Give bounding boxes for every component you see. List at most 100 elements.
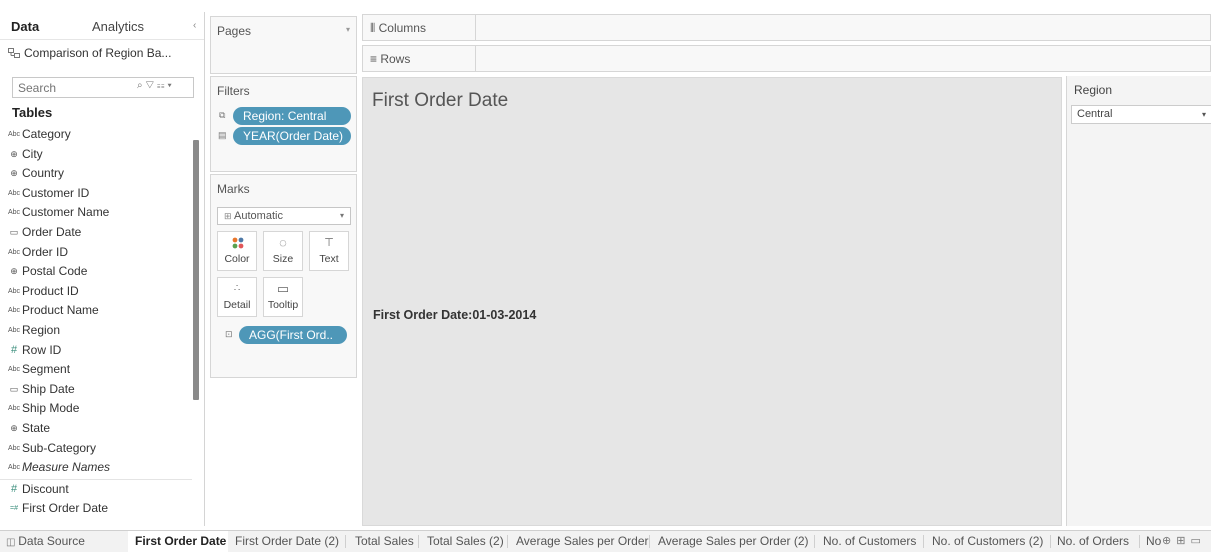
tooltip-icon: ▭ — [276, 281, 290, 296]
marks-card: Marks ⊞ Automatic ▾ Color ◌ Size ⊤ Text … — [210, 174, 357, 378]
pages-menu-icon[interactable]: ▾ — [346, 25, 350, 34]
field-item[interactable]: ⊕ Postal Code — [0, 262, 192, 282]
filter-panel: Region Central ▾ — [1066, 76, 1211, 526]
field-item[interactable]: Abc Category — [0, 125, 192, 145]
sheet-tab-bar: ◫ Data Source First Order Date First Ord… — [0, 530, 1211, 552]
mark-type-select[interactable]: ⊞ Automatic ▾ — [217, 207, 351, 225]
view-title[interactable]: First Order Date — [372, 90, 508, 112]
filter-icon[interactable]: ▽ — [146, 80, 157, 91]
sheet-tab-truncated[interactable]: No — [1140, 531, 1162, 552]
sheet-tab-average-sales[interactable]: Average Sales per Order — [508, 531, 650, 552]
search-input[interactable] — [13, 78, 129, 97]
field-item[interactable]: ⊕ Country — [0, 164, 192, 184]
view-options-icon[interactable]: ☷▾ — [157, 80, 175, 91]
globe-type-icon: ⊕ — [10, 168, 18, 179]
field-label: Customer Name — [22, 205, 110, 220]
filters-card[interactable]: Filters ⧉ Region: Central ▤ YEAR(Order D… — [210, 76, 357, 172]
filter-pill-region[interactable]: Region: Central — [233, 107, 351, 125]
pages-card[interactable]: Pages ▾ — [210, 16, 357, 74]
text-button[interactable]: ⊤ Text — [309, 231, 349, 271]
rows-shelf[interactable]: ≡ Rows — [362, 45, 1211, 72]
number-type-icon: # — [10, 482, 18, 495]
field-label: City — [22, 146, 43, 161]
size-button[interactable]: ◌ Size — [263, 231, 303, 271]
field-item[interactable]: ⊕ State — [0, 419, 192, 439]
tab-data[interactable]: Data — [11, 19, 39, 34]
field-label: State — [22, 420, 51, 435]
field-label: Measure Names — [22, 460, 111, 475]
field-item[interactable]: ⊕ City — [0, 145, 192, 165]
sheet-tab-no-of-customers[interactable]: No. of Customers — [815, 531, 924, 552]
sheet-tab-average-sales-2[interactable]: Average Sales per Order (2) — [650, 531, 815, 552]
tab-data-source[interactable]: ◫ Data Source — [0, 531, 128, 552]
text-icon: ⊤ — [324, 237, 334, 249]
field-label: Product Name — [22, 303, 99, 318]
field-item[interactable]: ▭ Ship Date — [0, 380, 192, 400]
columns-shelf[interactable]: ⦀ Columns — [362, 14, 1211, 41]
datasource-item[interactable]: Comparison of Region Ba... — [8, 46, 171, 60]
text-label: Text — [319, 253, 339, 265]
field-item[interactable]: Abc Customer Name — [0, 203, 192, 223]
field-item[interactable]: Abc Segment — [0, 360, 192, 380]
detail-icon: ∴ — [233, 283, 241, 294]
field-item[interactable]: Abc Measure Names — [0, 458, 192, 478]
field-item[interactable]: =# First Order Date — [0, 499, 192, 519]
calendar-type-icon: ▭ — [9, 383, 19, 394]
calculated-field-type-icon: =# — [10, 505, 18, 513]
filter-pill-year[interactable]: YEAR(Order Date) — [233, 127, 351, 145]
sheet-tab-no-of-customers-2[interactable]: No. of Customers (2) — [924, 531, 1051, 552]
view-text-mark[interactable]: First Order Date:01-03-2014 — [373, 308, 536, 322]
color-button[interactable]: Color — [217, 231, 257, 271]
field-label: Order ID — [22, 244, 69, 259]
columns-label: Columns — [378, 21, 426, 35]
string-type-icon: Abc — [8, 248, 21, 256]
sheet-tab-no-of-orders[interactable]: No. of Orders — [1051, 531, 1140, 552]
field-item[interactable]: # Discount — [0, 480, 192, 500]
datasource-name: Comparison of Region Ba... — [24, 46, 172, 60]
field-item[interactable]: # Row ID — [0, 341, 192, 361]
view-canvas[interactable]: First Order Date First Order Date:01-03-… — [362, 77, 1062, 526]
rows-icon: ≡ — [370, 52, 381, 66]
sheet-tab-first-order-date-2[interactable]: First Order Date (2) — [229, 531, 346, 552]
tab-analytics[interactable]: Analytics — [92, 19, 144, 34]
new-dashboard-icon[interactable]: ⊞ — [1176, 535, 1190, 547]
globe-type-icon: ⊕ — [10, 422, 18, 433]
field-item[interactable]: Abc Customer ID — [0, 184, 192, 204]
region-filter-title: Region — [1074, 83, 1113, 97]
sheet-tab-first-order-date[interactable]: First Order Date — [128, 531, 228, 552]
chevron-down-icon: ▾ — [1201, 110, 1206, 119]
chevron-down-icon: ▾ — [339, 211, 344, 220]
field-list-scrollbar[interactable] — [193, 140, 199, 400]
field-label: Segment — [22, 362, 71, 377]
marks-pill-first-order[interactable]: AGG(First Ord.. — [239, 326, 347, 344]
field-item[interactable]: Abc Product Name — [0, 301, 192, 321]
tables-heading: Tables — [12, 105, 53, 120]
field-item[interactable]: Abc Region — [0, 321, 192, 341]
new-story-icon[interactable]: ▭ — [1190, 535, 1205, 547]
sheet-tab-total-sales[interactable]: Total Sales — [347, 531, 419, 552]
new-worksheet-icon[interactable]: ⊕ — [1162, 535, 1176, 547]
detail-label: Detail — [223, 299, 251, 311]
color-label: Color — [224, 253, 250, 265]
field-item[interactable]: Abc Ship Mode — [0, 399, 192, 419]
field-item[interactable]: Abc Order ID — [0, 243, 192, 263]
field-item[interactable]: Abc Product ID — [0, 282, 192, 302]
size-icon: ◌ — [279, 235, 287, 250]
filters-title: Filters — [217, 84, 250, 98]
field-label: Country — [22, 166, 65, 181]
string-type-icon: Abc — [8, 326, 21, 334]
region-filter-value: Central — [1077, 108, 1113, 120]
sheet-tab-total-sales-2[interactable]: Total Sales (2) — [419, 531, 508, 552]
field-item[interactable]: ▭ Order Date — [0, 223, 192, 243]
pages-title: Pages — [217, 24, 252, 38]
field-label: Region — [22, 322, 61, 337]
field-item[interactable]: Abc Sub-Category — [0, 439, 192, 459]
region-filter-select[interactable]: Central ▾ — [1071, 105, 1211, 124]
size-label: Size — [272, 253, 294, 265]
tooltip-button[interactable]: ▭ Tooltip — [263, 277, 303, 317]
collapse-pane-icon[interactable]: ‹ — [193, 20, 196, 31]
detail-button[interactable]: ∴ Detail — [217, 277, 257, 317]
search-icon[interactable]: ⌕ — [137, 80, 146, 91]
string-type-icon: Abc — [8, 444, 21, 452]
field-label: Customer ID — [22, 185, 90, 200]
